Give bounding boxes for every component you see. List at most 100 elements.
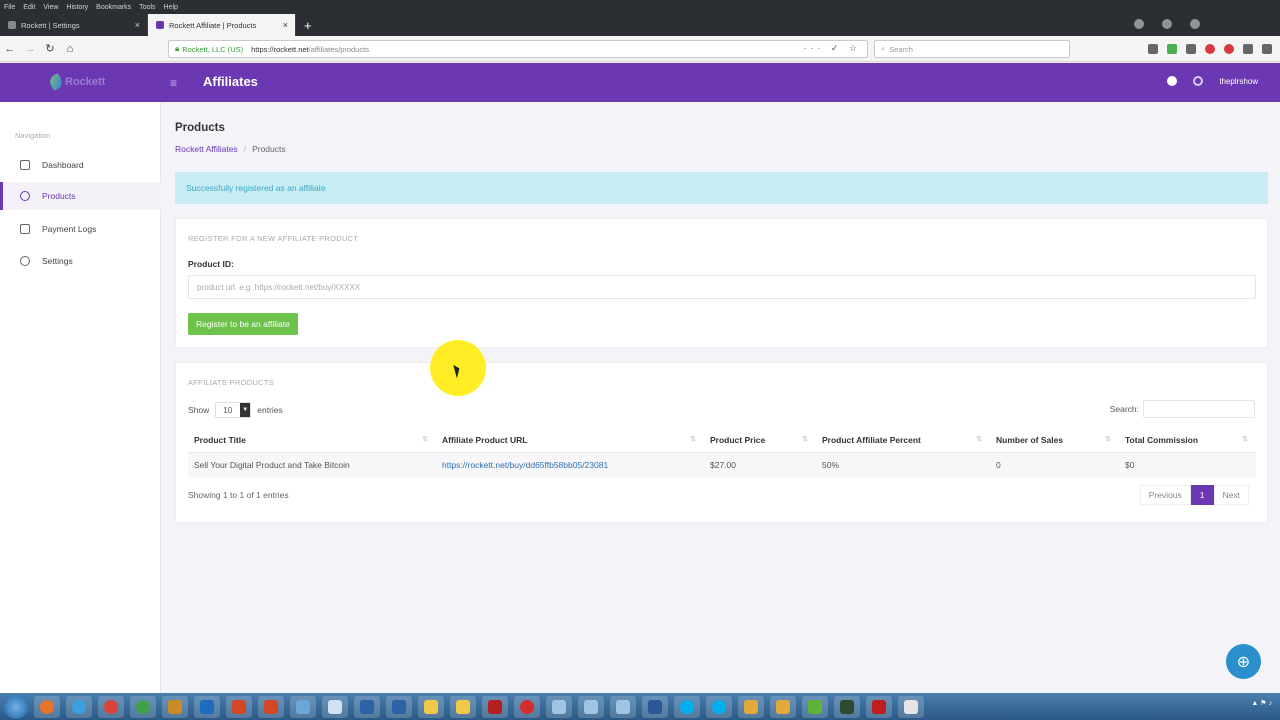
block-icon[interactable] <box>1224 44 1234 54</box>
sidebar-item-products[interactable]: Products <box>0 182 161 210</box>
browser-tabbar: Rockett | Settings × Rockett Affiliate |… <box>0 14 1280 36</box>
logo[interactable]: Rockett <box>47 72 106 92</box>
url-bar[interactable]: 🔒︎ Rockett, LLC (US) https://rockett.net… <box>168 40 868 58</box>
sidebar-item-dashboard[interactable]: Dashboard <box>0 151 161 179</box>
back-arrow-icon[interactable]: ← <box>0 43 20 55</box>
affiliate-url-link[interactable]: https://rockett.net/buy/dd65ffb58bb05/23… <box>442 460 608 470</box>
gear-icon[interactable] <box>1193 76 1204 86</box>
logo-text: Rockett <box>65 76 106 88</box>
column-affiliate-percent[interactable]: Product Affiliate Percent ⇅ <box>816 428 990 453</box>
globe-icon: ⊕ <box>1236 653 1251 671</box>
entries-select[interactable]: 10 ▼ <box>215 402 252 418</box>
taskbar-opera-icon[interactable] <box>514 695 540 718</box>
column-product-price[interactable]: Product Price ⇅ <box>704 428 816 453</box>
extension-green-icon[interactable] <box>1167 44 1177 54</box>
column-label: Product Affiliate Percent <box>822 434 921 445</box>
table-row: Sell Your Digital Product and Take Bitco… <box>188 452 1256 478</box>
column-product-title[interactable]: Product Title ⇅ <box>188 428 436 453</box>
taskbar-app-icon[interactable] <box>162 695 188 718</box>
taskbar-window-icon[interactable] <box>578 695 604 718</box>
menu-help[interactable]: Help <box>160 4 182 11</box>
taskbar-network-alt-icon[interactable] <box>386 695 412 718</box>
menu-edit[interactable]: Edit <box>19 4 39 11</box>
home-icon[interactable]: ⌂ <box>60 43 80 55</box>
menu-file[interactable]: File <box>0 4 19 11</box>
sidebar-icon[interactable] <box>1243 44 1253 54</box>
taskbar-app-icon[interactable] <box>770 695 796 718</box>
taskbar-app-icon[interactable] <box>738 695 764 718</box>
taskbar-firefox-icon[interactable] <box>34 695 60 718</box>
menu-view[interactable]: View <box>39 4 62 11</box>
globe-icon <box>20 191 30 201</box>
hamburger-menu-icon[interactable]: ≡ <box>170 76 177 90</box>
column-number-of-sales[interactable]: Number of Sales ⇅ <box>990 428 1119 453</box>
start-button-icon[interactable] <box>4 694 28 719</box>
menu-history[interactable]: History <box>62 4 92 11</box>
reload-icon[interactable]: ↻ <box>40 42 60 55</box>
browser-tab-settings[interactable]: Rockett | Settings × <box>0 14 148 36</box>
cell-affiliate-url: https://rockett.net/buy/dd65ffb58bb05/23… <box>436 452 704 478</box>
menu-icon[interactable] <box>1262 44 1272 54</box>
taskbar-outlook-icon[interactable] <box>194 695 220 718</box>
breadcrumb: Rockett Affiliates / Products <box>175 144 286 154</box>
menu-tools[interactable]: Tools <box>135 4 159 11</box>
taskbar-window-icon[interactable] <box>610 695 636 718</box>
sort-icon: ⇅ <box>690 436 696 443</box>
sidebar-item-label: Settings <box>42 256 73 266</box>
taskbar-network-icon[interactable] <box>354 695 380 718</box>
taskbar-notepad-icon[interactable] <box>322 695 348 718</box>
menu-bookmarks[interactable]: Bookmarks <box>92 4 135 11</box>
close-window-icon[interactable] <box>1190 19 1200 29</box>
tray-icons[interactable]: ▲ ⚑ ♪ <box>1251 700 1272 707</box>
taskbar-powerpoint-icon[interactable] <box>226 695 252 718</box>
column-total-commission[interactable]: Total Commission ⇅ <box>1119 428 1256 453</box>
info-icon[interactable] <box>1167 76 1178 86</box>
taskbar-word-icon[interactable] <box>642 695 668 718</box>
taskbar-camtasia-icon[interactable] <box>802 695 828 718</box>
extension-toolbar <box>1148 44 1272 54</box>
taskbar-powerpoint-alt-icon[interactable] <box>258 695 284 718</box>
taskbar-folder-icon[interactable] <box>418 695 444 718</box>
cell-number-of-sales: 0 <box>990 452 1119 478</box>
close-icon[interactable]: × <box>135 20 140 30</box>
extension-icon[interactable] <box>1186 44 1196 54</box>
maximize-icon[interactable] <box>1162 19 1172 29</box>
forward-arrow-icon[interactable]: → <box>20 43 40 55</box>
column-label: Product Title <box>194 434 246 445</box>
help-chat-button[interactable]: ⊕ <box>1226 644 1261 679</box>
taskbar-skype-icon[interactable] <box>674 695 700 718</box>
next-page-button[interactable]: Next <box>1213 485 1249 505</box>
new-tab-button[interactable]: + <box>296 14 320 36</box>
table-search-input[interactable] <box>1143 400 1255 418</box>
browser-tab-products[interactable]: Rockett Affiliate | Products × <box>148 14 296 36</box>
column-affiliate-url[interactable]: Affiliate Product URL ⇅ <box>436 428 704 453</box>
close-icon[interactable]: × <box>283 20 288 30</box>
library-icon[interactable] <box>1148 44 1158 54</box>
page-1-button[interactable]: 1 <box>1190 485 1214 505</box>
tab-label: Rockett | Settings <box>21 20 80 30</box>
previous-page-button[interactable]: Previous <box>1139 485 1191 505</box>
sidebar-item-settings[interactable]: Settings <box>0 247 161 275</box>
taskbar-app-icon[interactable] <box>290 695 316 718</box>
taskbar-chrome-alt-icon[interactable] <box>130 695 156 718</box>
wallet-icon <box>20 224 30 234</box>
taskbar-filezilla-icon[interactable] <box>866 695 892 718</box>
extension-red-icon[interactable] <box>1205 44 1215 54</box>
taskbar-window-icon[interactable] <box>546 695 572 718</box>
username[interactable]: theplrshow <box>1219 77 1258 86</box>
rocket-favicon-icon <box>8 21 16 29</box>
taskbar-acrobat-icon[interactable] <box>482 695 508 718</box>
taskbar-terminal-icon[interactable] <box>834 695 860 718</box>
minimize-icon[interactable] <box>1134 19 1144 29</box>
sidebar-item-payment-logs[interactable]: Payment Logs <box>0 215 161 243</box>
taskbar-ie-icon[interactable] <box>66 695 92 718</box>
register-affiliate-button[interactable]: Register to be an affiliate <box>188 313 298 335</box>
taskbar-skype-alt-icon[interactable] <box>706 695 732 718</box>
taskbar-app-icon[interactable] <box>898 695 924 718</box>
product-id-input[interactable] <box>188 275 1256 299</box>
taskbar-chrome-icon[interactable] <box>98 695 124 718</box>
browser-search-input[interactable]: ⌕ Search <box>874 40 1070 58</box>
page-actions-icon[interactable]: ··· ✓ ☆ <box>803 43 861 54</box>
taskbar-folder-alt-icon[interactable] <box>450 695 476 718</box>
breadcrumb-parent-link[interactable]: Rockett Affiliates <box>175 144 238 154</box>
